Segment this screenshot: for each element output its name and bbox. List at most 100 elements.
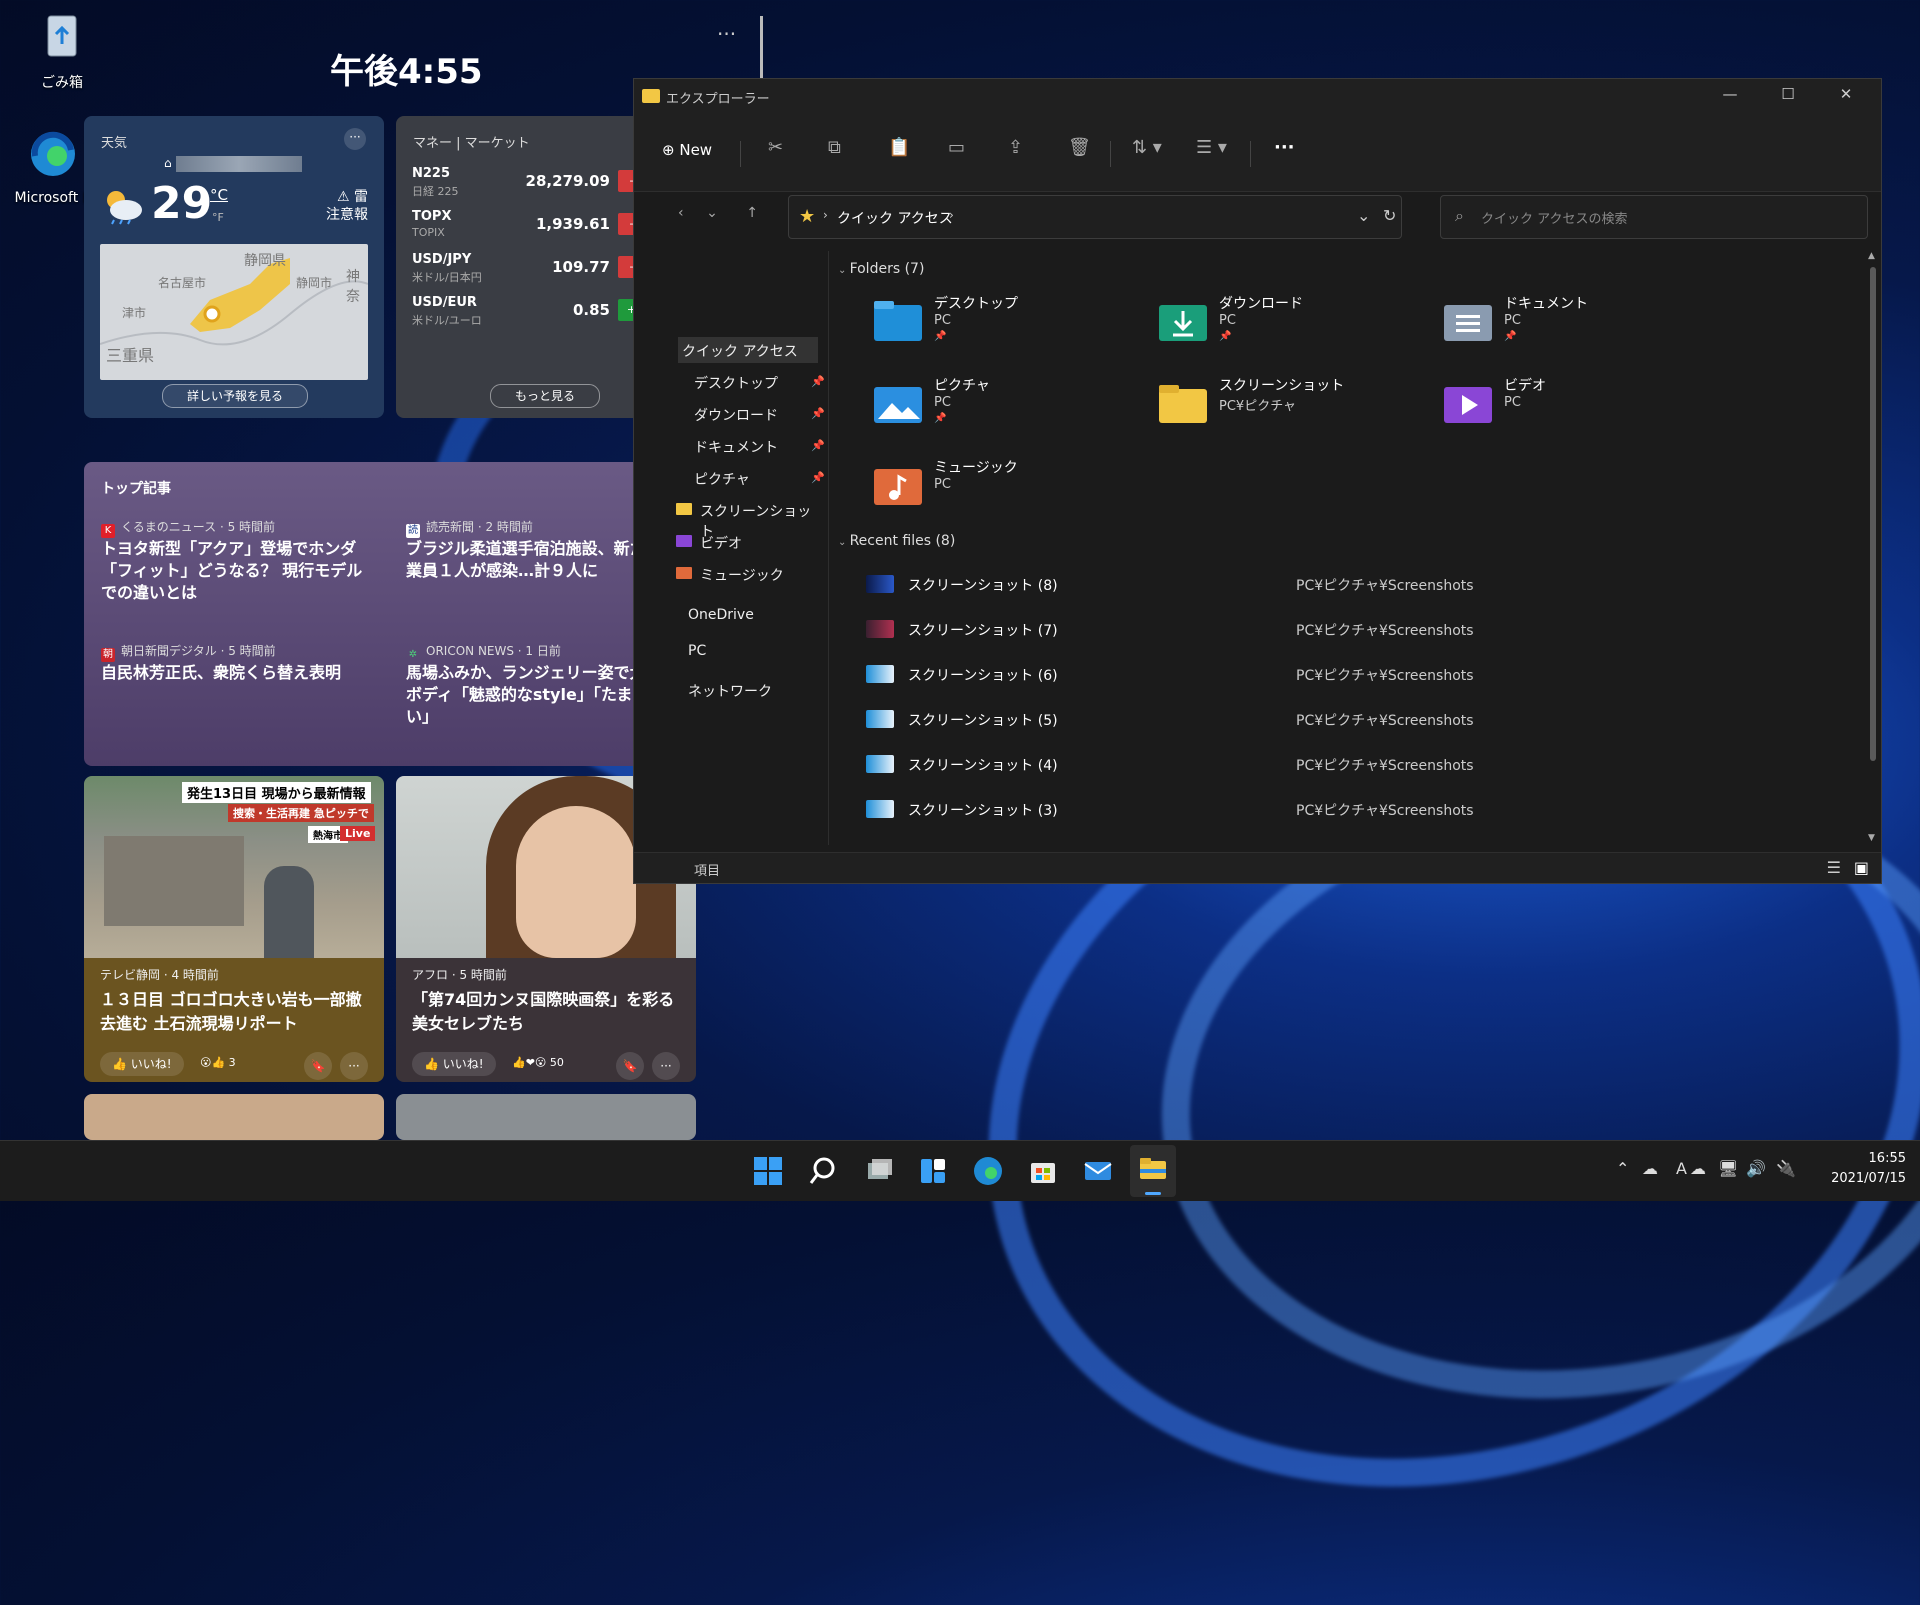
folder-tile[interactable]: スクリーンショット PC¥ピクチャ	[1157, 375, 1417, 445]
search-icon[interactable]	[803, 1151, 843, 1191]
recent-file-row[interactable]: スクリーンショット (4) PC¥ピクチャ¥Screenshots	[866, 749, 1866, 781]
nav-item-label[interactable]: PC	[688, 643, 706, 659]
rename-icon[interactable]: ▭	[948, 137, 965, 169]
up-icon[interactable]: ↑	[746, 205, 758, 221]
minimize-button[interactable]: —	[1715, 85, 1745, 109]
bookmark-button[interactable]: 🔖	[616, 1052, 644, 1080]
address-dropdown-icon[interactable]: ⌄	[1357, 206, 1370, 225]
news-photo-card[interactable]: 発生13日目 現場から最新情報 捜索・生活再建 急ピッチで 熱海市 Live テ…	[84, 776, 384, 1082]
cut-icon[interactable]: ✂	[768, 137, 783, 169]
breadcrumb[interactable]: クイック アクセス	[837, 208, 953, 228]
paste-icon[interactable]: 📋	[888, 137, 910, 169]
start-icon[interactable]	[748, 1151, 788, 1191]
recent-section-header[interactable]: ⌄ Recent files (8)	[838, 533, 955, 549]
bookmark-button[interactable]: 🔖	[304, 1052, 332, 1080]
delete-icon[interactable]: 🗑	[1068, 137, 1091, 169]
folder-tile[interactable]: デスクトップ PC 📌	[872, 293, 1132, 363]
pane-divider[interactable]	[828, 251, 829, 845]
battery-icon[interactable]: 🔌	[1776, 1159, 1796, 1178]
item-count: 項目	[694, 864, 721, 879]
clock[interactable]: 16:55 2021/07/15	[1810, 1149, 1906, 1189]
search-box[interactable]: ⌕ クイック アクセスの検索	[1440, 195, 1868, 239]
view-icon[interactable]: ☰ ▾	[1196, 137, 1227, 169]
ime-indicator[interactable]: A	[1676, 1159, 1687, 1178]
folder-tile[interactable]: ダウンロード PC 📌	[1157, 293, 1417, 363]
recent-file-row[interactable]: スクリーンショット (3) PC¥ピクチャ¥Screenshots	[866, 794, 1866, 826]
see-more-button[interactable]: もっと見る	[490, 384, 600, 408]
title-bar[interactable]: エクスプローラー — ☐ ✕	[634, 79, 1881, 115]
see-more-icon[interactable]: ···	[1274, 137, 1295, 169]
top-stories-widget[interactable]: トップ記事 K くるまのニュース · 5 時間前 トヨタ新型「アクア」登場でホンダ…	[84, 462, 696, 766]
copy-icon[interactable]: ⧉	[828, 137, 841, 169]
story-item[interactable]: K くるまのニュース · 5 時間前 トヨタ新型「アクア」登場でホンダ「フィット」…	[101, 518, 373, 604]
recycle-bin[interactable]: ごみ箱	[14, 8, 110, 92]
recent-locations-icon[interactable]: ⌄	[706, 205, 718, 221]
explorer-taskbar-button[interactable]	[1130, 1145, 1176, 1197]
news-photo-card-partial[interactable]	[84, 1094, 384, 1140]
refresh-icon[interactable]: ↻	[1383, 206, 1396, 225]
fahrenheit-toggle[interactable]: °F	[212, 211, 224, 224]
card-more-button[interactable]: ···	[340, 1052, 368, 1080]
recent-file-row[interactable]: スクリーンショット (5) PC¥ピクチャ¥Screenshots	[866, 704, 1866, 736]
folder-location: PC	[934, 477, 951, 492]
nav-item-label[interactable]: ミュージック	[700, 565, 784, 585]
cloud-icon[interactable]: ☁	[1690, 1159, 1706, 1178]
weather-more-button[interactable]: ···	[344, 128, 366, 150]
like-button[interactable]: 👍 いいね!	[412, 1052, 496, 1076]
recent-file-row[interactable]: スクリーンショット (6) PC¥ピクチャ¥Screenshots	[866, 659, 1866, 691]
mail-icon[interactable]	[1078, 1151, 1118, 1191]
sort-icon[interactable]: ⇅ ▾	[1132, 137, 1162, 169]
store-icon[interactable]	[1023, 1151, 1063, 1191]
quote-price: 0.85	[572, 301, 610, 319]
close-button[interactable]: ✕	[1831, 85, 1861, 109]
onedrive-icon[interactable]: ☁	[1642, 1159, 1658, 1178]
nav-item-label[interactable]: ネットワーク	[688, 681, 772, 701]
nav-item-label[interactable]: OneDrive	[688, 607, 754, 623]
widget-board-more-icon[interactable]: ···	[717, 22, 736, 46]
detailed-forecast-button[interactable]: 詳しい予報を見る	[162, 384, 308, 408]
nav-item-label[interactable]: デスクトップ	[694, 373, 778, 393]
videos-folder-icon	[1444, 387, 1492, 423]
nav-item-label[interactable]: クイック アクセス	[682, 341, 798, 361]
details-view-icon[interactable]: ☰	[1827, 858, 1841, 877]
nav-item-label[interactable]: ダウンロード	[694, 405, 778, 425]
folder-tile[interactable]: ドキュメント PC 📌	[1442, 293, 1702, 363]
file-explorer-window[interactable]: エクスプローラー — ☐ ✕ ⊕ New ✂ ⧉ 📋 ▭ ⇪ 🗑 ⇅ ▾ ☰ ▾…	[633, 78, 1882, 884]
recent-file-row[interactable]: スクリーンショット (8) PC¥ピクチャ¥Screenshots	[866, 569, 1866, 601]
scroll-down-icon[interactable]: ▼	[1868, 833, 1875, 843]
like-button[interactable]: 👍 いいね!	[100, 1052, 184, 1076]
folder-tile[interactable]: ピクチャ PC 📌	[872, 375, 1132, 445]
celsius-toggle[interactable]: °C	[210, 186, 228, 204]
folders-section-header[interactable]: ⌄ Folders (7)	[838, 261, 924, 277]
tiles-view-icon[interactable]: ▣	[1854, 858, 1869, 877]
story-item[interactable]: 朝朝日新聞デジタル · 5 時間前 自民林芳正氏、衆院くら替え表明	[101, 642, 373, 684]
volume-icon[interactable]: 🔊	[1746, 1159, 1766, 1178]
nav-item-label[interactable]: ビデオ	[700, 533, 742, 553]
share-icon[interactable]: ⇪	[1008, 137, 1023, 169]
weather-warning[interactable]: ⚠ 雷 注意報	[326, 188, 368, 224]
chevron-up-icon[interactable]: ⌃	[1616, 1159, 1629, 1178]
news-photo-card-partial[interactable]	[396, 1094, 696, 1140]
recent-file-row[interactable]: スクリーンショット (7) PC¥ピクチャ¥Screenshots	[866, 614, 1866, 646]
nav-item-label[interactable]: ドキュメント	[694, 437, 778, 457]
folder-tile[interactable]: ミュージック PC	[872, 457, 1132, 527]
star-icon: ★	[799, 206, 816, 227]
task-view-icon[interactable]	[858, 1151, 898, 1191]
card-more-button[interactable]: ···	[652, 1052, 680, 1080]
vertical-scrollbar[interactable]: ▲ ▼	[1867, 251, 1879, 845]
scroll-up-icon[interactable]: ▲	[1868, 251, 1875, 261]
network-icon[interactable]: 🖥	[1718, 1159, 1738, 1178]
weather-map[interactable]: 名古屋市 静岡県 静岡市 津市 三重県 神奈	[100, 244, 368, 380]
scroll-thumb[interactable]	[1870, 267, 1876, 761]
search-input[interactable]: クイック アクセスの検索	[1481, 208, 1627, 227]
back-icon[interactable]: ‹	[678, 205, 684, 221]
folder-tile[interactable]: ビデオ PC	[1442, 375, 1702, 445]
address-bar[interactable]: ★ › クイック アクセス › ⌄ ↻	[788, 195, 1402, 239]
edge-icon[interactable]	[968, 1151, 1008, 1191]
new-button[interactable]: ⊕ New	[662, 141, 712, 173]
weather-widget[interactable]: 天気 ··· ⌂ 29 °C °F ⚠ 雷 注意報 名古屋市 静岡県 静岡市 津…	[84, 116, 384, 418]
recycle-bin-icon	[47, 15, 77, 57]
maximize-button[interactable]: ☐	[1773, 85, 1803, 109]
widgets-icon[interactable]	[913, 1151, 953, 1191]
nav-item-label[interactable]: ピクチャ	[694, 469, 750, 489]
